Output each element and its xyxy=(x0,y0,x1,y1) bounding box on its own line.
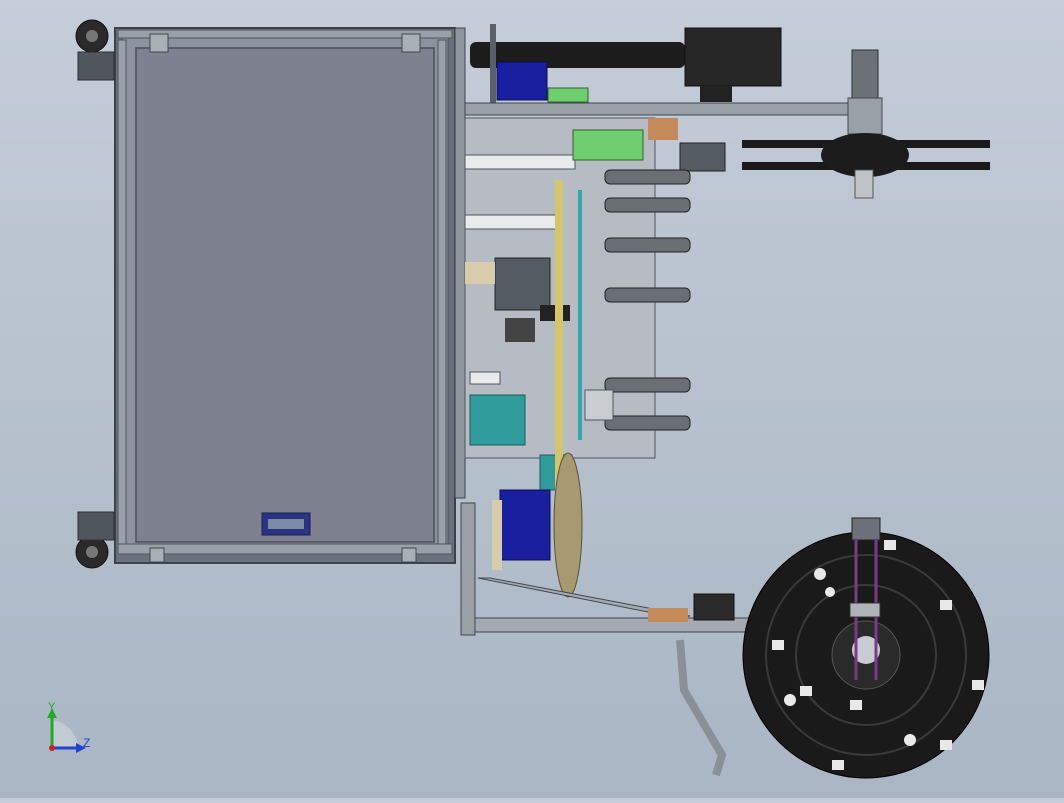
cad-viewport[interactable]: Y Z xyxy=(0,0,1064,798)
caster-top xyxy=(75,19,115,81)
cabinet-door-panel xyxy=(135,47,435,543)
caster-bottom xyxy=(75,511,115,569)
origin-dot xyxy=(49,745,55,751)
green-plate xyxy=(572,129,644,161)
cabinet xyxy=(114,27,456,564)
lower-motor xyxy=(492,452,583,598)
gearbox xyxy=(684,27,782,87)
top-arm xyxy=(464,102,866,116)
z-axis-label: Z xyxy=(83,736,90,750)
mount-plate xyxy=(454,27,466,499)
top-shaft-assembly xyxy=(470,24,782,104)
orientation-triad: Y Z xyxy=(47,701,90,753)
blue-motor-top xyxy=(496,61,548,101)
machine-drawing: Y Z xyxy=(47,19,990,779)
y-axis-label: Y xyxy=(48,701,56,713)
bottom-reel xyxy=(742,517,990,779)
teal-block xyxy=(469,394,526,446)
